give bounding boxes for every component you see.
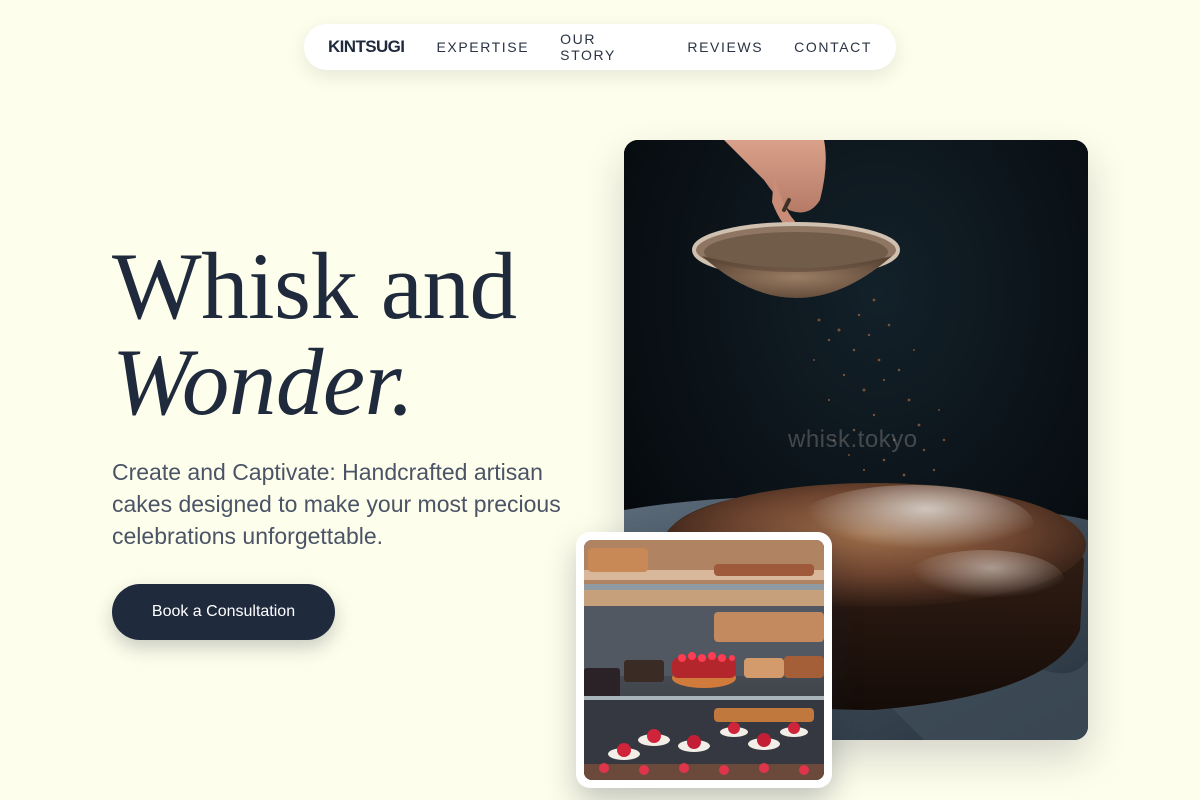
- top-nav: KINTSUGI EXPERTISE OUR STORY REVIEWS CON…: [304, 24, 896, 70]
- pastry-display-photo: [584, 540, 824, 780]
- nav-link-expertise[interactable]: EXPERTISE: [436, 39, 529, 55]
- book-consultation-button[interactable]: Book a Consultation: [112, 584, 335, 640]
- nav-link-reviews[interactable]: REVIEWS: [687, 39, 763, 55]
- hero-headline: Whisk and Wonder.: [112, 233, 517, 435]
- hero-subtitle: Create and Captivate: Handcrafted artisa…: [112, 459, 561, 549]
- brand-logo[interactable]: KINTSUGI: [328, 37, 405, 57]
- nav-link-our-story[interactable]: OUR STORY: [560, 31, 656, 63]
- hero-secondary-image: [576, 532, 832, 788]
- hero-headline-line2: Wonder.: [112, 329, 414, 435]
- hero-headline-line1: Whisk and: [112, 233, 517, 339]
- image-watermark: whisk.tokyo: [788, 426, 918, 453]
- nav-link-contact[interactable]: CONTACT: [794, 39, 872, 55]
